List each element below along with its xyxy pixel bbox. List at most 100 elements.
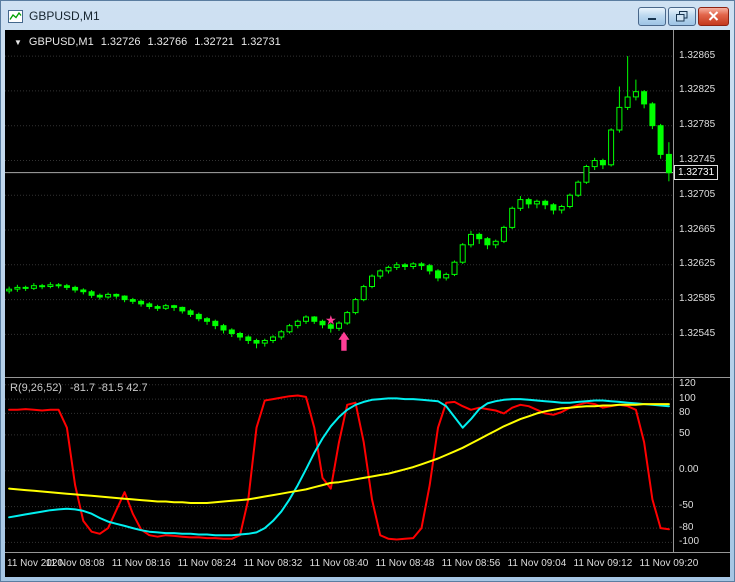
candle-body (459, 244, 466, 263)
candle-body (451, 261, 458, 275)
main-price-panel[interactable]: ★ (5, 30, 673, 377)
candle-body (14, 286, 21, 290)
candle-body (311, 316, 318, 322)
mt4-chart-window: GBPUSD,M1 ★ ▼ GBPUSD,M1 1.32726 1.32766 … (0, 0, 735, 582)
candle-body (72, 286, 79, 291)
time-axis-label: 11 Nov 08:24 (177, 558, 237, 569)
price-axis-label: 1.32545 (679, 327, 716, 339)
candle-body (344, 312, 351, 324)
indicator-axis-label: 100 (679, 392, 696, 404)
candle-body (113, 293, 120, 297)
chart-client-area: ★ ▼ GBPUSD,M1 1.32726 1.32766 1.32721 1.… (5, 30, 730, 577)
candle-body (80, 289, 87, 293)
candle-body (22, 286, 29, 289)
restore-button[interactable] (668, 6, 696, 26)
indicator-panel[interactable] (5, 379, 673, 551)
candle-body (410, 263, 417, 267)
price-axis-label: 1.32865 (679, 49, 716, 61)
candle-body (360, 286, 367, 301)
indicator-axis-label: -100 (679, 535, 700, 547)
time-axis-label: 11 Nov 08:56 (441, 558, 501, 569)
candle-body (641, 91, 648, 105)
candle-body (500, 226, 507, 242)
candle-body (55, 284, 62, 287)
indicator-values: -81.7 -81.5 42.7 (69, 382, 148, 394)
time-axis-label: 11 Nov 08:32 (243, 558, 303, 569)
ohlc-close: 1.32731 (241, 36, 281, 48)
candle-body (270, 336, 276, 341)
candle-body (443, 273, 450, 279)
indicator-axis-label: 80 (679, 406, 691, 418)
candle-body (129, 299, 136, 302)
candle-body (96, 294, 103, 298)
candle-body (30, 285, 37, 289)
candle-body (253, 340, 260, 344)
ohlc-open: 1.32726 (100, 36, 141, 48)
minimize-icon (648, 17, 656, 20)
price-axis-label: 1.32665 (679, 223, 716, 235)
candle-body (632, 91, 639, 98)
candle-body (212, 320, 219, 327)
candle-body (385, 266, 392, 272)
ohlc-low: 1.32721 (194, 36, 235, 48)
candle-body (39, 285, 46, 288)
candle-body (179, 306, 186, 312)
candle-body (187, 310, 194, 315)
time-axis-label: 11 Nov 09:04 (507, 558, 567, 569)
candle-body (426, 265, 433, 272)
candle-body (303, 316, 309, 322)
time-axis[interactable]: 11 Nov 2020 11 Nov 08:08 11 Nov 08:16 11 No… (5, 553, 730, 577)
minimize-button[interactable] (638, 6, 666, 26)
candle-body (418, 263, 425, 267)
price-axis[interactable]: 1.32865 1.32825 1.32785 1.32745 1.32705 1.326… (673, 30, 730, 552)
window-title: GBPUSD,M1 (29, 9, 100, 23)
indicator-axis-label: -80 (679, 521, 694, 533)
price-axis-label: 1.32705 (679, 188, 716, 200)
indicator-axis-label: -50 (679, 500, 694, 512)
bid-price-tag: 1.32731 (674, 164, 719, 180)
candle-body (616, 106, 623, 131)
chart-menu-arrow-icon[interactable]: ▼ (14, 38, 22, 47)
candle-body (121, 295, 128, 301)
candle-body (542, 200, 549, 206)
star-marker: ★ (325, 314, 337, 329)
restore-icon (676, 10, 688, 21)
candle-body (393, 264, 400, 268)
candle-body (336, 322, 342, 329)
osc-line-cyan (8, 397, 670, 537)
ohlc-symbol: GBPUSD,M1 (28, 36, 94, 48)
price-axis-label: 1.32625 (679, 258, 716, 270)
candle-body (228, 329, 235, 334)
price-axis-label: 1.32585 (679, 293, 716, 305)
price-axis-label: 1.32785 (679, 119, 716, 131)
candle-body (525, 199, 532, 205)
candle-body (468, 233, 474, 246)
time-axis-label: 11 Nov 08:40 (309, 558, 369, 569)
window-titlebar[interactable]: GBPUSD,M1 (1, 1, 734, 30)
ohlc-header: ▼ GBPUSD,M1 1.32726 1.32766 1.32721 1.32… (14, 36, 281, 48)
indicator-axis-label: 120 (679, 378, 696, 390)
candle-body (492, 240, 499, 246)
indicator-name: R(9,26,52) (10, 382, 62, 394)
candle-body (220, 325, 227, 331)
candle-body (171, 305, 178, 308)
candle-body (88, 291, 95, 296)
indicator-header: R(9,26,52) -81.7 -81.5 42.7 (10, 382, 148, 394)
candle-body (558, 206, 565, 211)
candle-body (47, 284, 54, 288)
indicator-axis-label: 0.00 (679, 464, 699, 476)
close-button[interactable] (698, 6, 729, 26)
candle-body (286, 325, 293, 333)
chart-window-icon (8, 9, 23, 23)
time-axis-label: 11 Nov 08:16 (111, 558, 171, 569)
candle-body (245, 336, 252, 341)
candle-body (6, 288, 13, 292)
candle-body (261, 340, 268, 344)
candle-body (509, 207, 516, 228)
time-axis-label: 11 Nov 08:08 (45, 558, 105, 569)
indicator-axis-label: 50 (679, 428, 691, 440)
candle-body (665, 153, 672, 174)
candle-body (278, 331, 285, 338)
candle-body (162, 305, 169, 309)
panel-separator[interactable] (5, 377, 730, 378)
